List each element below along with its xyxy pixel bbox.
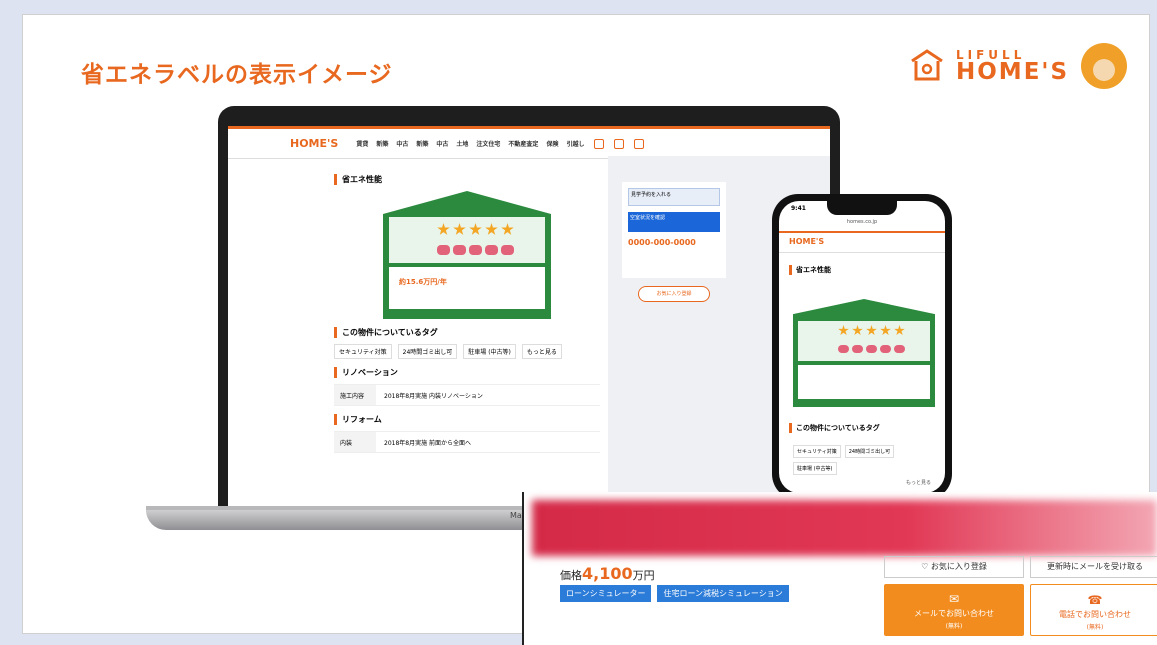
- mascot-icon: [1081, 43, 1128, 89]
- favorite-register-button[interactable]: ♡ お気に入り登録: [884, 556, 1024, 578]
- mail-icon: ✉: [948, 592, 960, 606]
- phone-more-link[interactable]: もっと見る: [906, 479, 931, 486]
- phone-frame: 9:41 homes.co.jp HOME'S 省エネ性能 この物件についている…: [772, 194, 952, 500]
- blurred-header: [532, 500, 1157, 556]
- insulation-hearts-icon: [838, 345, 905, 353]
- energy-label: 約15.6万円/年: [383, 191, 551, 319]
- row-value: 2018年8月実施 前面から全面へ: [384, 439, 471, 447]
- phone-notch: [827, 201, 897, 215]
- loan-simulator-button[interactable]: ローンシミュレーター: [560, 585, 652, 602]
- site-header: HOME'S 賃貸 新築 中古 新築 中古 土地 注文住宅 不動産査定 保険 引…: [228, 129, 830, 159]
- phone-section-energy: 省エネ性能: [789, 265, 831, 275]
- history-icon[interactable]: [614, 138, 625, 149]
- site-nav: 賃貸 新築 中古 新築 中古 土地 注文住宅 不動産査定 保険 引越し: [356, 139, 584, 148]
- price-value: 4,100: [582, 564, 633, 583]
- laptop-frame: HOME'S 賃貸 新築 中古 新築 中古 土地 注文住宅 不動産査定 保険 引…: [218, 106, 840, 512]
- energy-stars-icon: [838, 325, 905, 336]
- reform-row: 内装 2018年8月実施 前面から全面へ: [334, 431, 600, 453]
- main-content: 省エネ性能 約15.6万円/年 この物件についているタグ セキュリティ対策 24…: [334, 166, 600, 453]
- phone-inquiry-button[interactable]: ☎ 電話でお問い合わせ (無料): [1030, 584, 1157, 636]
- tag-item[interactable]: セキュリティ対策: [334, 344, 392, 359]
- tag-item[interactable]: セキュリティ対策: [793, 445, 841, 458]
- brand-logo: LIFULL HOME'S: [910, 43, 1128, 89]
- insulation-hearts-icon: [437, 245, 514, 255]
- update-mail-button[interactable]: 更新時にメールを受け取る: [1030, 556, 1157, 578]
- mail-inquiry-sub: (無料): [945, 623, 963, 630]
- energy-stars-icon: [437, 223, 514, 236]
- favorite-button[interactable]: お気に入り登録: [638, 286, 710, 302]
- brand-line2: HOME'S: [956, 58, 1070, 85]
- property-action-bar: 価格4,100万円 ローンシミュレーター 住宅ローン減税シミュレーション ♡ お…: [522, 492, 1157, 645]
- nav-item[interactable]: 注文住宅: [476, 139, 500, 148]
- phone-section-tags: この物件についているタグ: [789, 423, 880, 433]
- tag-item[interactable]: 駐車場 (中古等): [463, 344, 516, 359]
- vacancy-button[interactable]: 空室状況を確認: [628, 212, 720, 232]
- contact-card: 見学予約を入れる 空室状況を確認 0000-000-0000: [622, 182, 726, 278]
- nav-item[interactable]: 賃貸: [356, 139, 368, 148]
- visit-button[interactable]: 見学予約を入れる: [628, 188, 720, 206]
- phone-inquiry-label: 電話でお問い合わせ: [1059, 610, 1131, 619]
- label-utility-cost: 約15.6万円/年: [399, 278, 447, 286]
- nav-item[interactable]: 中古: [436, 139, 448, 148]
- section-energy-heading: 省エネ性能: [334, 174, 600, 185]
- nav-item[interactable]: 引越し: [566, 139, 584, 148]
- section-tags-heading: この物件についているタグ: [334, 327, 600, 338]
- nav-item[interactable]: 土地: [456, 139, 468, 148]
- row-value: 2018年8月実施 内装リノベーション: [384, 392, 483, 400]
- renovation-row: 施工内容 2018年8月実施 内装リノベーション: [334, 384, 600, 406]
- tag-item[interactable]: 駐車場 (中古等): [793, 462, 837, 475]
- nav-item[interactable]: 新築: [376, 139, 388, 148]
- mail-inquiry-label: メールでお問い合わせ: [914, 609, 994, 618]
- menu-icon[interactable]: [634, 138, 645, 149]
- phone-screen: 9:41 homes.co.jp HOME'S 省エネ性能 この物件についている…: [779, 201, 945, 493]
- phone-number[interactable]: 0000-000-0000: [628, 238, 720, 247]
- nav-item[interactable]: 不動産査定: [508, 139, 538, 148]
- site-logo[interactable]: HOME'S: [290, 137, 338, 150]
- phone-header: HOME'S: [779, 231, 945, 253]
- tag-item[interactable]: 24時間ゴミ出し可: [844, 445, 895, 458]
- nav-item[interactable]: 新築: [416, 139, 428, 148]
- status-time: 9:41: [791, 205, 806, 212]
- section-reform-heading: リフォーム: [334, 414, 600, 425]
- row-key: 内装: [334, 432, 376, 452]
- phone-tag-list: セキュリティ対策 24時間ゴミ出し可 駐車場 (中古等): [793, 445, 933, 475]
- nav-item[interactable]: 中古: [396, 139, 408, 148]
- house-logo-icon: [911, 49, 943, 81]
- laptop-screen: HOME'S 賃貸 新築 中古 新築 中古 土地 注文住宅 不動産査定 保険 引…: [228, 126, 830, 506]
- favorite-icon[interactable]: [594, 138, 605, 149]
- slide-title: 省エネラベルの表示イメージ: [81, 62, 393, 88]
- phone-energy-label: [793, 299, 935, 407]
- tag-item[interactable]: 24時間ゴミ出し可: [397, 344, 458, 359]
- price-line: 価格4,100万円: [560, 564, 655, 583]
- phone-logo[interactable]: HOME'S: [789, 237, 824, 246]
- url-bar[interactable]: homes.co.jp: [779, 219, 945, 225]
- phone-icon: ☎: [1087, 593, 1103, 607]
- section-renovation-heading: リノベーション: [334, 367, 600, 378]
- row-key: 施工内容: [334, 385, 376, 405]
- tag-more-link[interactable]: もっと見る: [521, 344, 562, 359]
- loan-tax-simulator-button[interactable]: 住宅ローン減税シミュレーション: [657, 585, 789, 602]
- price-unit: 万円: [632, 569, 655, 582]
- phone-inquiry-sub: (無料): [1086, 624, 1104, 631]
- nav-item[interactable]: 保険: [546, 139, 558, 148]
- loan-buttons: ローンシミュレーター 住宅ローン減税シミュレーション: [560, 585, 789, 602]
- mail-inquiry-button[interactable]: ✉ メールでお問い合わせ (無料): [884, 584, 1024, 636]
- price-label: 価格: [560, 569, 582, 582]
- tag-list: セキュリティ対策 24時間ゴミ出し可 駐車場 (中古等) もっと見る: [334, 344, 600, 359]
